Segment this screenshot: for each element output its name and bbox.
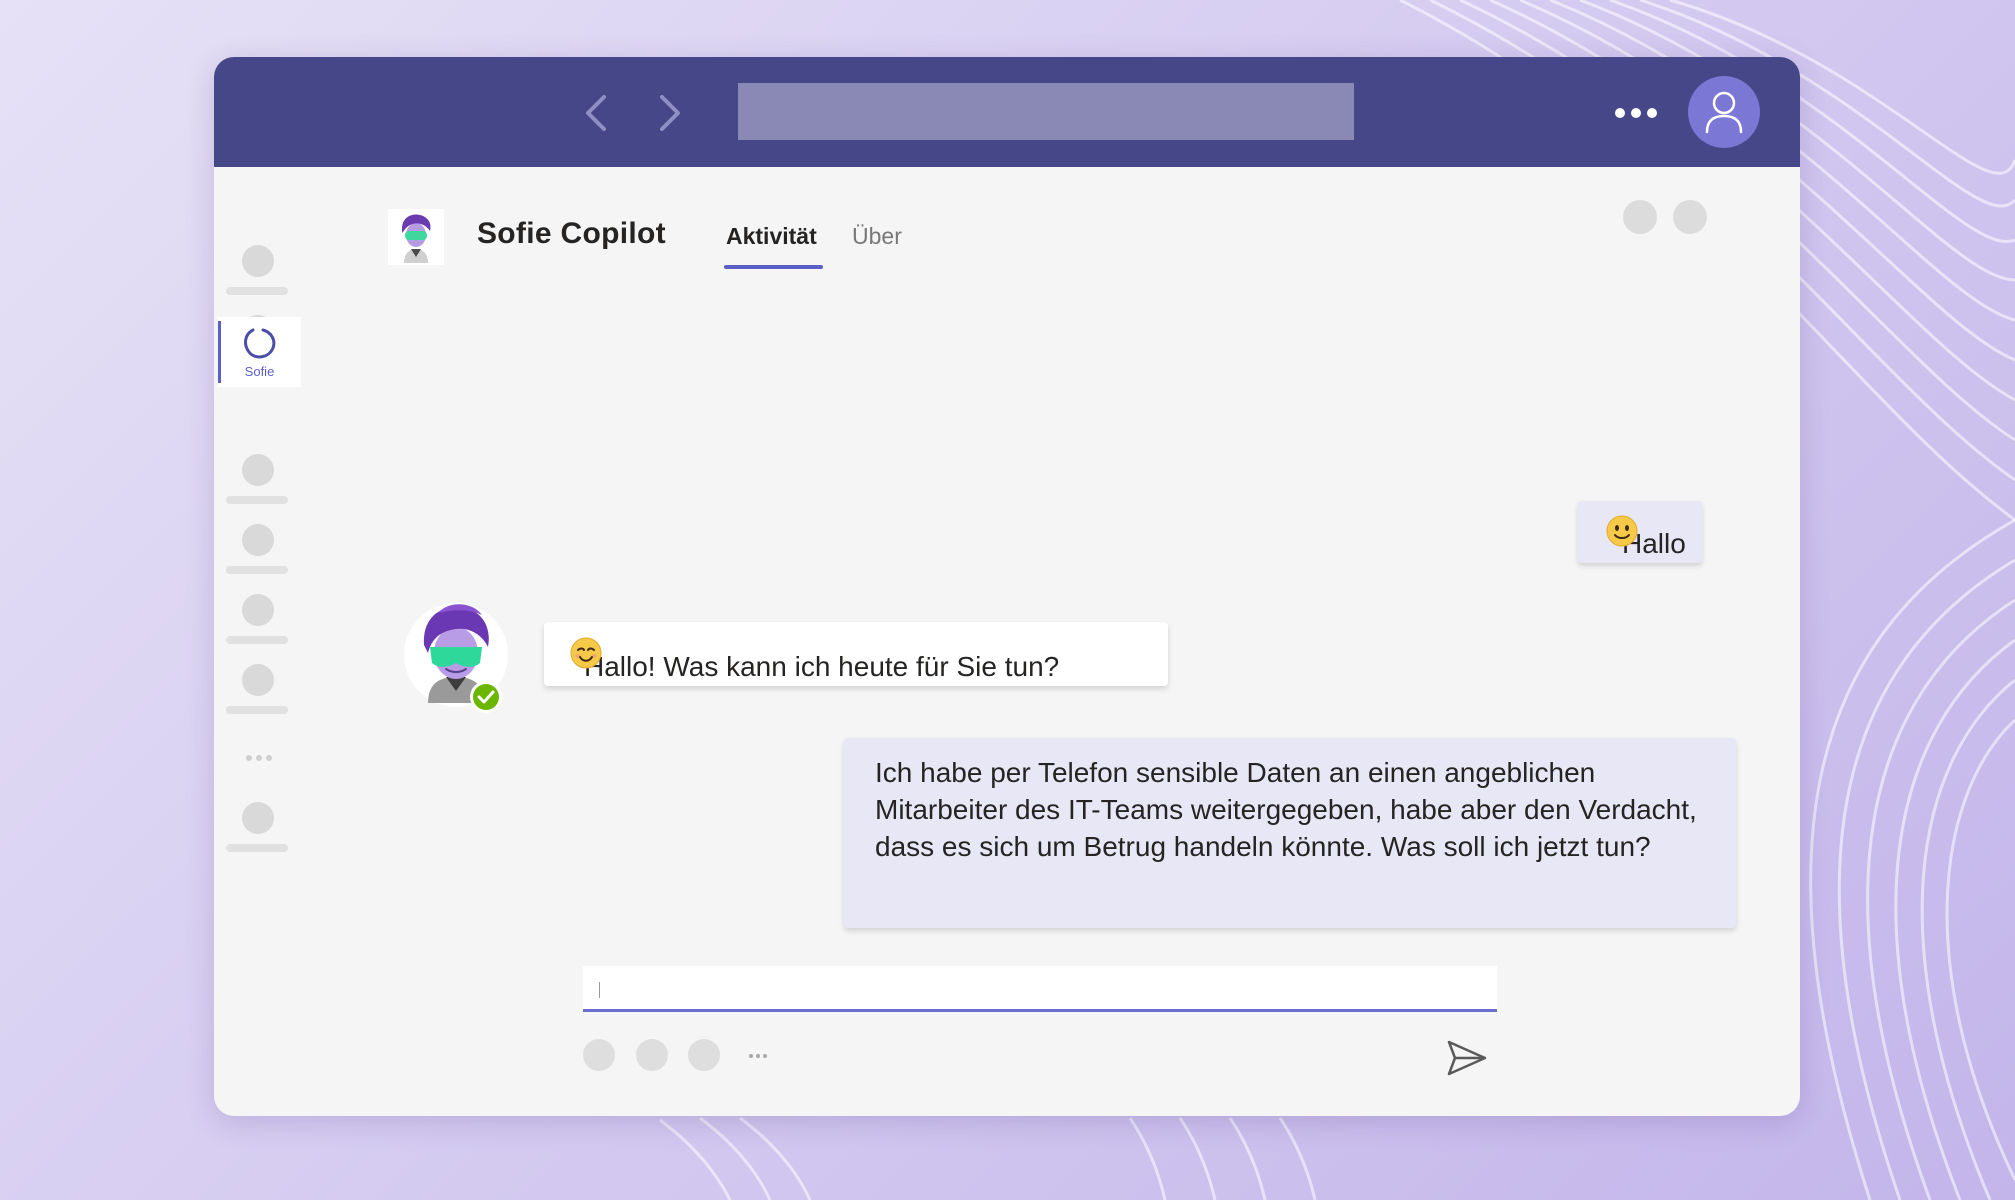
rail-item-icon: [242, 524, 274, 556]
rail-item-label: Sofie: [244, 364, 275, 379]
compose-tool-button[interactable]: [583, 1039, 615, 1071]
rail-item-label-placeholder: [226, 636, 288, 644]
slightly-smiling-face-icon: [1606, 515, 1638, 547]
text-caret: [599, 982, 600, 998]
app-window: Sofie Sofie Copilot Aktivität Über Hallo: [214, 57, 1800, 1116]
bot-name: Sofie Copilot: [477, 217, 666, 250]
rail-item-sofie[interactable]: Sofie: [218, 317, 301, 387]
person-icon: [1705, 91, 1743, 134]
header-action-button[interactable]: [1623, 200, 1657, 234]
rail-item[interactable]: [214, 802, 304, 864]
rail-item-icon: [242, 454, 274, 486]
compose-box[interactable]: [583, 966, 1497, 1012]
address-bar[interactable]: [738, 83, 1354, 140]
message-content: Hallo! Was kann ich heute für Sie tun?: [564, 635, 1059, 682]
rail-item-icon: [242, 802, 274, 834]
message-bubble-bot: Hallo! Was kann ich heute für Sie tun?: [544, 622, 1168, 686]
message-bubble-user: Ich habe per Telefon sensible Daten an e…: [844, 738, 1736, 928]
rail-item-label-placeholder: [226, 287, 288, 295]
rail-item-label-placeholder: [226, 496, 288, 504]
message-text: Hallo! Was kann ich heute für Sie tun?: [584, 651, 1060, 682]
rail-item-label-placeholder: [226, 844, 288, 852]
chevron-left-icon[interactable]: [576, 91, 620, 135]
chevron-right-icon[interactable]: [646, 91, 690, 135]
message-bubble-user: Hallo: [1578, 501, 1702, 563]
ellipsis-icon[interactable]: [748, 1053, 768, 1059]
active-tab-indicator: [724, 265, 823, 269]
header-action-button[interactable]: [1673, 200, 1707, 234]
app-rail: [214, 167, 304, 1116]
message-text: Ich habe per Telefon sensible Daten an e…: [875, 757, 1697, 862]
compose-tool-button[interactable]: [688, 1039, 720, 1071]
smiling-face-icon: [570, 637, 602, 669]
rail-item-icon: [242, 245, 274, 277]
rail-item-icon: [242, 594, 274, 626]
rail-item[interactable]: [214, 245, 304, 307]
check-circle-icon: [473, 684, 499, 710]
rail-item-icon: [242, 664, 274, 696]
message-content: Hallo: [1600, 513, 1686, 559]
send-icon[interactable]: [1445, 1038, 1489, 1078]
message-input[interactable]: [607, 974, 1471, 1004]
user-avatar-button[interactable]: [1688, 76, 1760, 148]
rail-item-label-placeholder: [226, 566, 288, 574]
bot-avatar-small[interactable]: [388, 209, 444, 265]
title-bar: [214, 57, 1800, 167]
ellipsis-icon[interactable]: [1614, 105, 1658, 121]
compose-tool-button[interactable]: [636, 1039, 668, 1071]
rail-item-label-placeholder: [226, 706, 288, 714]
rail-item[interactable]: [214, 664, 304, 726]
rail-item[interactable]: [214, 454, 304, 516]
rail-item[interactable]: [214, 524, 304, 586]
rail-item[interactable]: [214, 594, 304, 656]
ellipsis-icon[interactable]: [244, 753, 274, 763]
bot-avatar[interactable]: [398, 597, 518, 721]
tab-about[interactable]: Über: [852, 223, 902, 250]
tab-activity[interactable]: Aktivität: [726, 223, 817, 250]
sofie-logo-icon: [244, 328, 276, 359]
